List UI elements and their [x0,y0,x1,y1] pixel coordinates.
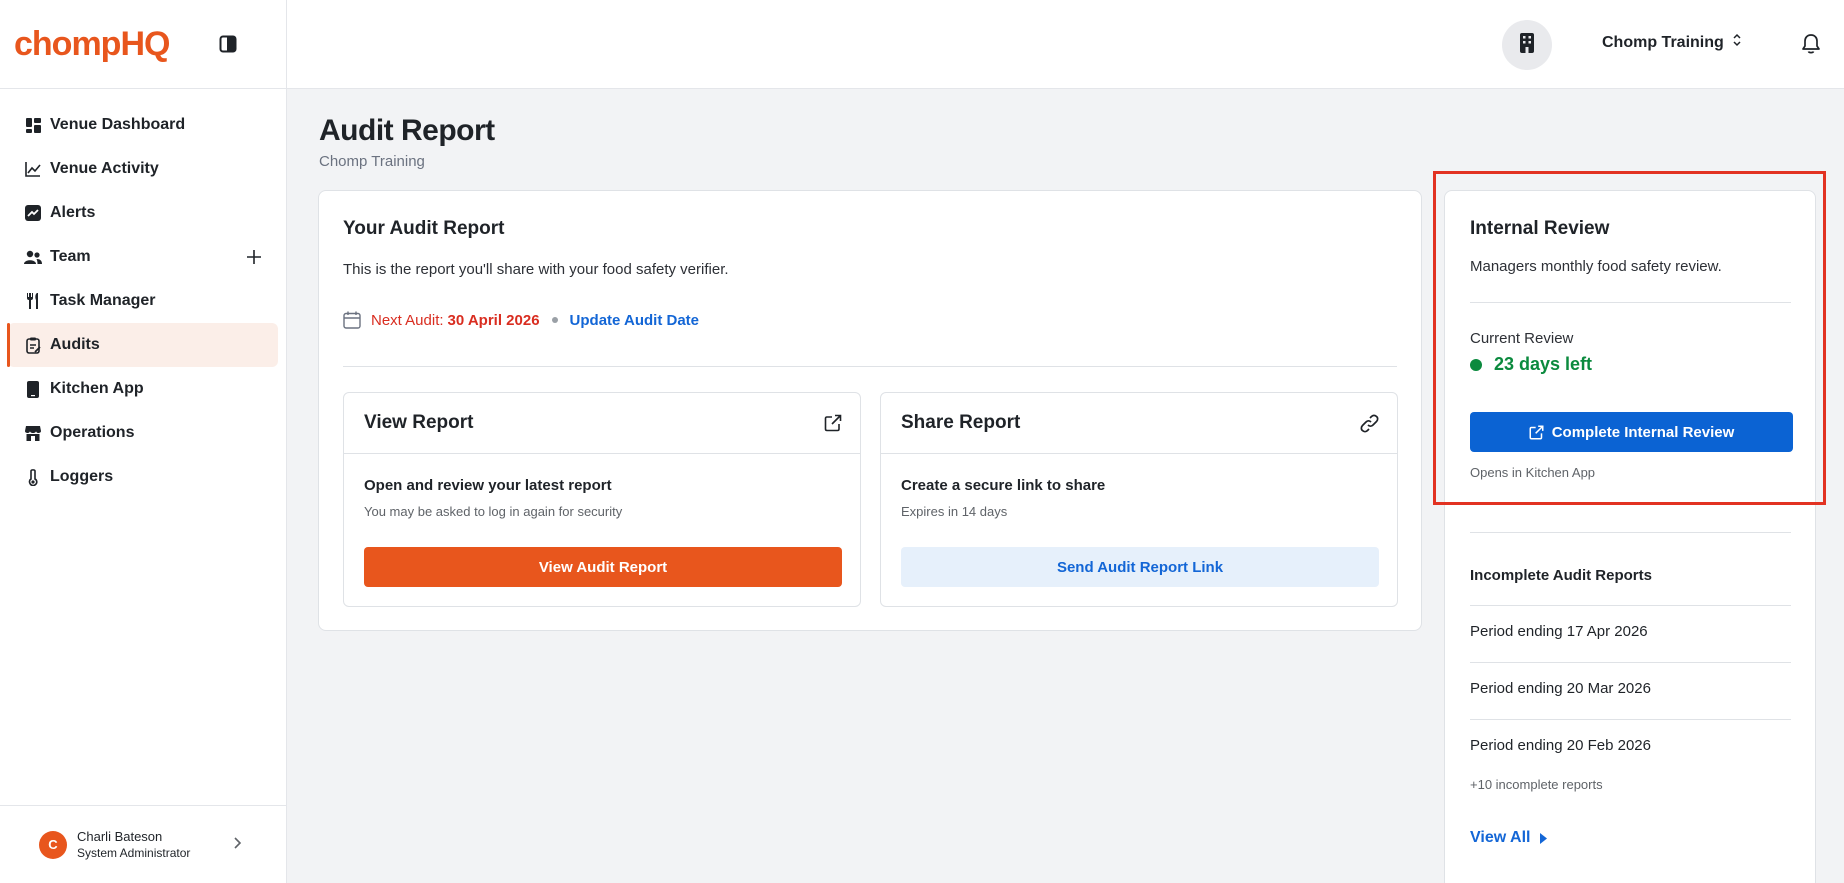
view-report-header: View Report [344,393,860,454]
divider [1470,605,1791,606]
sidebar-item-team[interactable]: Team [8,235,278,279]
view-audit-report-button[interactable]: View Audit Report [364,547,842,587]
sidebar-item-label: Venue Dashboard [50,116,186,133]
update-audit-date-link[interactable]: Update Audit Date [570,312,699,329]
divider [1470,302,1791,303]
caret-right-icon [1540,832,1548,844]
incomplete-report-item[interactable]: Period ending 20 Mar 2026 [1470,680,1651,697]
sidebar-item-label: Task Manager [50,292,156,309]
view-report-title: View Report [364,412,474,433]
sidebar-item-label: Venue Activity [50,160,159,177]
link-icon[interactable] [1360,414,1379,438]
sidebar-item-loggers[interactable]: Loggers [8,455,278,499]
top-bar: Chomp Training [287,0,1844,89]
status-dot [1470,358,1482,371]
next-audit-label: Next Audit: [371,311,444,329]
view-report-card: View Report Open and review your latest … [343,392,861,607]
sidebar-item-label: Kitchen App [50,380,144,397]
venue-name: Chomp Training [1602,33,1724,51]
venue-selector[interactable]: Chomp Training [1602,33,1742,52]
avatar: C [39,830,67,859]
phone-icon [24,380,42,398]
sidebar: chompHQ Venue Dashboard Venue Activity A… [0,0,287,883]
view-all-label: View All [1470,829,1531,846]
divider [1470,532,1791,533]
next-audit-row: Next Audit: 30 April 2026 Update Audit D… [343,311,699,329]
share-report-heading: Create a secure link to share [901,477,1106,494]
more-incomplete-count: +10 incomplete reports [1470,777,1603,792]
utensils-icon [24,292,42,310]
sidebar-nav: Venue Dashboard Venue Activity Alerts Te… [0,89,286,499]
calendar-icon [343,311,361,329]
users-icon [24,248,42,266]
user-name: Charli Bateson [77,829,163,844]
external-link-icon [1529,425,1544,440]
share-report-card: Share Report Create a secure link to sha… [880,392,1398,607]
venue-building-button[interactable] [1502,20,1552,70]
opens-in-note: Opens in Kitchen App [1470,465,1596,480]
internal-review-title: Internal Review [1470,218,1610,239]
divider [1470,719,1791,720]
current-review-label: Current Review [1470,330,1574,347]
incomplete-report-item[interactable]: Period ending 20 Feb 2026 [1470,737,1651,754]
share-report-title: Share Report [901,412,1021,433]
chevron-right-icon [232,836,242,855]
thermometer-icon [24,468,42,486]
building-icon [1518,32,1536,58]
sidebar-item-label: Operations [50,424,135,441]
internal-review-description: Managers monthly food safety review. [1470,258,1722,275]
sidebar-toggle-icon[interactable] [218,34,238,54]
dashboard-icon [24,116,42,134]
incomplete-report-item[interactable]: Period ending 17 Apr 2026 [1470,623,1648,640]
audit-card-description: This is the report you'll share with you… [343,261,729,278]
sidebar-item-label: Team [50,248,91,265]
complete-internal-review-label: Complete Internal Review [1551,423,1735,441]
audit-card-title: Your Audit Report [343,218,505,239]
share-report-note: Expires in 14 days [901,504,1008,519]
user-info: Charli Bateson System Administrator [77,829,190,860]
send-audit-report-link-button[interactable]: Send Audit Report Link [901,547,1379,587]
sidebar-item-venue-activity[interactable]: Venue Activity [8,147,278,191]
user-profile[interactable]: C Charli Bateson System Administrator [0,805,287,883]
view-all-link[interactable]: View All [1470,829,1548,847]
internal-review-card: Internal Review Managers monthly food sa… [1444,190,1816,883]
clipboard-icon [24,336,42,354]
incomplete-reports-title: Incomplete Audit Reports [1470,567,1652,584]
sidebar-item-task-manager[interactable]: Task Manager [8,279,278,323]
brand-header: chompHQ [0,0,286,89]
next-audit-date: 30 April 2026 [447,311,540,329]
sidebar-item-label: Audits [50,336,100,353]
share-report-header: Share Report [881,393,1397,454]
user-role: System Administrator [77,846,191,860]
sidebar-item-audits[interactable]: Audits [7,323,278,367]
notification-bell-icon[interactable] [1801,33,1821,60]
sidebar-item-operations[interactable]: Operations [8,411,278,455]
sidebar-item-venue-dashboard[interactable]: Venue Dashboard [8,103,278,147]
chart-line-icon [24,160,42,178]
view-report-note: You may be asked to log in again for sec… [364,504,623,519]
divider [343,366,1397,367]
sidebar-item-alerts[interactable]: Alerts [8,191,278,235]
page-title: Audit Report [319,114,495,147]
chevron-up-down-icon [1732,33,1742,52]
complete-internal-review-button[interactable]: Complete Internal Review [1470,412,1793,452]
divider [1470,662,1791,663]
audit-report-card: Your Audit Report This is the report you… [318,190,1422,631]
sidebar-item-kitchen-app[interactable]: Kitchen App [8,367,278,411]
sidebar-item-label: Loggers [50,468,114,485]
separator-dot [551,317,558,323]
sidebar-item-label: Alerts [50,204,96,221]
view-report-heading: Open and review your latest report [364,477,612,494]
store-icon [24,424,42,442]
trend-icon [24,204,42,222]
days-left-status: 23 days left [1470,354,1592,375]
external-link-icon[interactable] [824,414,842,437]
add-team-member-icon[interactable] [244,247,264,267]
days-left-text: 23 days left [1494,354,1593,374]
page-subtitle: Chomp Training [319,153,425,170]
chomphq-logo[interactable]: chompHQ [14,25,170,64]
